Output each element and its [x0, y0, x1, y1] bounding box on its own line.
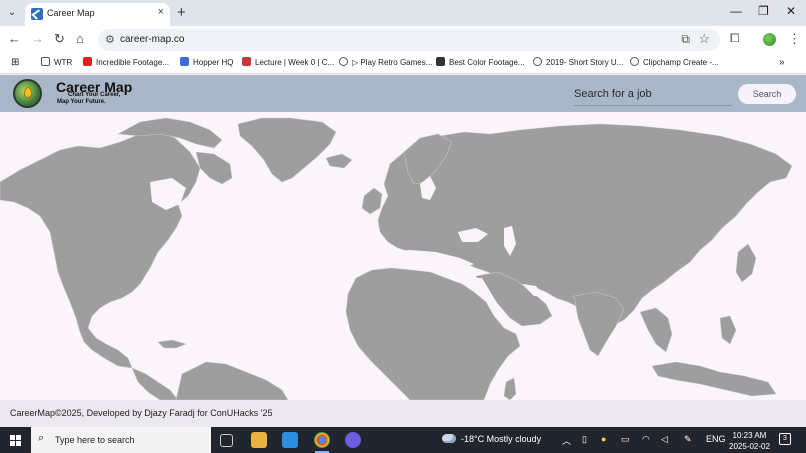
bookmark-item[interactable]: Hopper HQ: [180, 57, 233, 67]
tab-search-icon[interactable]: ⌄: [4, 5, 20, 21]
apps-grid-icon[interactable]: ⊞: [11, 57, 19, 68]
taskbar-search-placeholder: Type here to search: [55, 435, 135, 445]
share-icon[interactable]: ⧉: [681, 32, 690, 47]
tab-title: Career Map: [47, 8, 95, 18]
clock-date: 2025-02-02: [729, 442, 770, 451]
bookmarks-bar: ⊞ WTR Incredible Footage... Hopper HQ Le…: [0, 53, 806, 74]
site-info-icon[interactable]: ⚙: [105, 33, 115, 46]
world-map[interactable]: [0, 112, 806, 400]
bookmark-label: Hopper HQ: [193, 58, 234, 67]
bookmark-item[interactable]: Best Color Footage...: [436, 57, 525, 67]
region-indonesia: [651, 361, 777, 397]
battery-icon[interactable]: ▭: [621, 434, 630, 445]
folder-icon: [41, 57, 50, 66]
show-hidden-icons-icon[interactable]: ︿: [562, 434, 571, 447]
tab-career-map[interactable]: Career Map ×: [25, 3, 170, 26]
region-japan: [735, 243, 757, 283]
touch-keyboard-icon[interactable]: ▯: [582, 434, 587, 445]
region-philippines: [719, 315, 737, 345]
discord-icon[interactable]: [345, 432, 361, 448]
new-tab-button[interactable]: +: [177, 4, 186, 21]
language-indicator[interactable]: ENG: [706, 434, 726, 444]
search-icon: ⌕: [38, 432, 45, 444]
extensions-icon[interactable]: ⧠: [730, 31, 740, 46]
region-british-isles: [361, 187, 383, 215]
more-bookmarks-icon[interactable]: »: [779, 57, 785, 68]
bookmark-item[interactable]: Incredible Footage...: [83, 57, 169, 67]
clock-time: 10:23 AM: [732, 431, 767, 440]
cloud-icon: [442, 434, 456, 443]
region-india: [573, 291, 625, 357]
tagline-line-1: Chart Your Career,: [68, 92, 121, 98]
file-explorer-icon[interactable]: [251, 432, 267, 448]
home-icon[interactable]: ⌂: [76, 31, 84, 46]
region-greenland: [237, 117, 337, 183]
edx-icon: [242, 57, 251, 66]
back-icon[interactable]: ←: [8, 31, 21, 46]
windows-taskbar: ⌕ Type here to search -18°C Mostly cloud…: [0, 427, 806, 453]
location-pin-icon: [24, 87, 32, 98]
taskbar-search-box[interactable]: ⌕ Type here to search: [31, 427, 211, 453]
task-view-icon[interactable]: [220, 434, 233, 447]
region-caribbean: [157, 339, 187, 349]
pen-icon[interactable]: ✎: [684, 434, 692, 445]
menu-kebab-icon[interactable]: ⋮: [788, 31, 801, 47]
address-bar[interactable]: ⚙ career-map.co ⧉ ☆: [98, 29, 720, 51]
region-south-america: [175, 361, 289, 400]
bookmark-star-icon[interactable]: ☆: [698, 31, 710, 47]
job-search-input[interactable]: [574, 82, 732, 106]
region-baffin-island: [195, 151, 233, 185]
notifications-icon[interactable]: 3: [779, 433, 791, 445]
bookmark-label: Clipchamp Create -...: [643, 58, 719, 67]
weather-text: -18°C Mostly cloudy: [461, 434, 542, 444]
footer-credits: CareerMap©2025, Developed by Djazy Farad…: [10, 408, 273, 418]
tab-close-icon[interactable]: ×: [158, 6, 164, 18]
tagline-line-2: Map Your Future.: [57, 99, 106, 105]
career-map-logo: [13, 79, 42, 108]
vscode-icon[interactable]: [282, 432, 298, 448]
bookmark-item[interactable]: WTR: [41, 57, 72, 67]
minimize-button[interactable]: —: [730, 4, 742, 18]
restore-button[interactable]: ❐: [758, 4, 769, 18]
weather-widget[interactable]: -18°C Mostly cloudy: [442, 434, 541, 444]
bookmark-label: Lecture | Week 0 | C...: [255, 58, 335, 67]
browser-tab-strip: ⌄ Career Map × + — ❐ ✕: [0, 0, 806, 26]
browser-toolbar: ← → ↻ ⌂ ⚙ career-map.co ⧉ ☆ ⧠ ⋮: [0, 26, 806, 53]
url-text[interactable]: career-map.co: [120, 34, 184, 45]
bookmark-label: WTR: [54, 58, 73, 67]
bookmark-item[interactable]: Clipchamp Create -...: [630, 57, 719, 67]
wifi-icon[interactable]: ◠: [642, 434, 650, 445]
bookmark-item[interactable]: Lecture | Week 0 | C...: [242, 57, 334, 67]
search-button[interactable]: Search: [738, 84, 796, 104]
bookmark-label: Best Color Footage...: [449, 58, 525, 67]
youtube-icon: [83, 57, 92, 66]
bookmark-label: ▷ Play Retro Games...: [352, 58, 433, 67]
region-madagascar: [503, 377, 517, 400]
globe-icon: [630, 57, 639, 66]
reload-icon[interactable]: ↻: [54, 31, 65, 47]
profile-avatar[interactable]: [763, 33, 776, 46]
close-window-button[interactable]: ✕: [786, 4, 796, 18]
region-central-america: [131, 367, 179, 400]
bookmark-label: 2019- Short Story U...: [546, 58, 624, 67]
page-footer: CareerMap©2025, Developed by Djazy Farad…: [0, 400, 806, 427]
career-map-favicon-icon: [31, 8, 43, 20]
film-icon: [436, 57, 445, 66]
bookmark-label: Incredible Footage...: [96, 58, 169, 67]
forward-icon[interactable]: →: [31, 31, 44, 46]
hopper-icon: [180, 57, 189, 66]
globe-icon: [339, 57, 348, 66]
system-clock[interactable]: 10:23 AM 2025-02-02: [729, 430, 770, 452]
chrome-icon[interactable]: [314, 432, 330, 453]
region-southeast-asia: [639, 307, 673, 353]
bookmark-item[interactable]: 2019- Short Story U...: [533, 57, 623, 67]
region-north-america: [0, 131, 201, 369]
volume-icon[interactable]: ◁: [661, 434, 668, 445]
onedrive-status-icon[interactable]: ●: [601, 434, 606, 444]
region-iceland: [325, 153, 353, 169]
bookmark-item[interactable]: ▷ Play Retro Games...: [339, 57, 432, 67]
globe-icon: [533, 57, 542, 66]
windows-start-icon[interactable]: [10, 435, 21, 446]
world-map-svg[interactable]: [0, 112, 806, 400]
